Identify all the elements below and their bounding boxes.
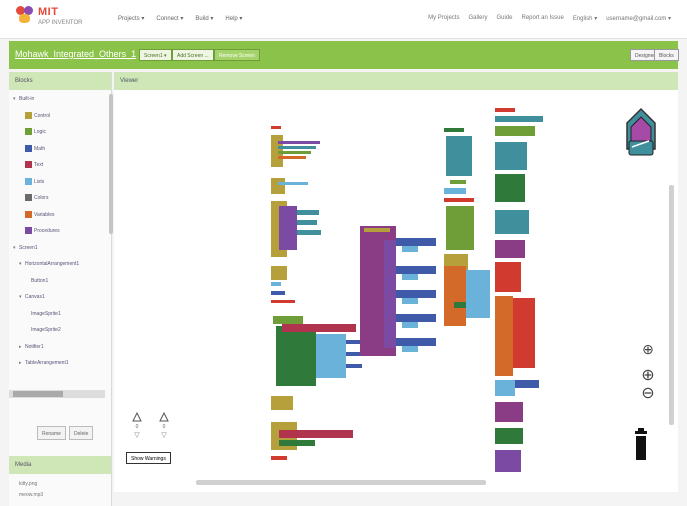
center-icon[interactable]: ⊕ <box>640 341 656 357</box>
code-blocks <box>271 108 543 472</box>
tree-horizontal-scrollbar[interactable] <box>9 390 105 398</box>
drawer-color-swatch <box>25 194 32 202</box>
event-block-group-1[interactable] <box>271 126 321 303</box>
tree-item-label: Colors <box>34 195 49 201</box>
show-warnings-button[interactable]: Show Warnings <box>126 452 171 464</box>
tree-item[interactable]: ▸ TableArrangement1 <box>19 358 69 368</box>
warning-triangle-icon <box>132 412 142 422</box>
tree-item-label: HorizontalArrangement1 <box>25 261 80 267</box>
tree-item[interactable]: ▾ Built-in <box>13 94 34 104</box>
workspace-horizontal-scrollbar[interactable] <box>196 480 486 485</box>
tree-item[interactable]: ImageSprite2 <box>31 325 61 335</box>
drawer-color-swatch <box>25 128 32 136</box>
tree-item-label: Procedures <box>34 228 60 234</box>
tree-item-label: Lists <box>34 178 45 185</box>
tree-item[interactable]: ▾ Canvas1 <box>19 292 45 302</box>
tree-item-label: Variables <box>34 211 55 218</box>
project-name: Mohawk_Integrated_Others_1 <box>15 49 137 59</box>
tree-item[interactable]: Control <box>25 111 50 121</box>
tree-item[interactable]: Variables <box>25 210 54 220</box>
menu-projects[interactable]: Projects ▾ <box>118 15 144 22</box>
tree-scrollbar[interactable] <box>109 94 113 234</box>
top-bar: MIT APP INVENTOR Projects ▾ Connect ▾ Bu… <box>0 0 687 39</box>
error-triangle-icon <box>159 412 169 422</box>
zoom-in-icon[interactable]: ⊕ <box>640 368 656 384</box>
top-menu: Projects ▾ Connect ▾ Build ▾ Help ▾ <box>118 15 242 22</box>
delete-button[interactable]: Delete <box>69 426 94 440</box>
drawer-color-swatch <box>25 227 32 235</box>
tree-item[interactable]: Button1 <box>31 276 48 286</box>
tree-item-label: Screen1 <box>19 244 38 251</box>
drawer-color-swatch <box>25 177 32 185</box>
tree-item-label: ImageSprite2 <box>31 327 61 333</box>
tree-item[interactable]: ▾ HorizontalArrangement1 <box>19 259 79 269</box>
drawer-color-swatch <box>25 161 32 169</box>
logo-subtitle: APP INVENTOR <box>38 20 83 26</box>
screen-select[interactable]: Screen1 ▾ <box>139 49 172 61</box>
warning-arrow-icon[interactable]: ▽ <box>133 432 141 440</box>
procedure-block-group[interactable] <box>360 226 436 356</box>
zoom-out-icon[interactable]: ⊖ <box>640 386 656 402</box>
media-panel-title: Media <box>9 456 111 474</box>
tree-item[interactable]: Text <box>25 160 43 170</box>
tree-item-label: Notifier1 <box>25 343 44 350</box>
tree-item-label: Button1 <box>31 277 49 284</box>
tree-item[interactable]: ImageSprite1 <box>31 309 61 319</box>
tree-item-label: Control <box>34 112 51 119</box>
global-block-column[interactable] <box>495 108 543 472</box>
tree-item[interactable]: Logic <box>25 127 46 137</box>
tree-item-label: Math <box>34 145 46 152</box>
link-guide[interactable]: Guide <box>496 15 512 22</box>
tree-item-label: Canvas1 <box>25 294 45 300</box>
tree-item[interactable]: ▸ Notifier1 <box>19 342 44 352</box>
tree-item[interactable]: ▾ Screen1 <box>13 243 38 253</box>
link-gallery[interactable]: Gallery <box>468 15 487 22</box>
trash-icon[interactable] <box>635 428 647 460</box>
backpack-icon[interactable] <box>619 105 663 163</box>
blocks-panel: Blocks ▾ Built-in Control Logic Math Text List… <box>9 72 113 506</box>
tree-item[interactable]: Lists <box>25 177 44 187</box>
media-item[interactable]: meow.mp3 <box>19 492 43 498</box>
menu-help[interactable]: Help ▾ <box>225 15 242 22</box>
warning-count: 0 <box>135 424 139 430</box>
tree-item[interactable]: Procedures <box>25 226 60 236</box>
blocks-workspace[interactable]: ⊕ ⊕ ⊖ 0 0 ▽ ▽ Show Warnings <box>114 90 678 492</box>
tree-item-label: Logic <box>34 129 46 135</box>
add-screen-button[interactable]: Add Screen ... <box>172 49 214 61</box>
tree-item[interactable]: Math <box>25 144 45 154</box>
tree-item-label: Text <box>34 162 44 168</box>
variable-block-group[interactable] <box>444 128 490 326</box>
account-menu[interactable]: username@gmail.com ▾ <box>606 15 671 22</box>
viewer-title: Viewer <box>114 72 678 90</box>
tree-item-label: ImageSprite1 <box>31 310 61 317</box>
top-links: My Projects Gallery Guide Report an Issu… <box>428 15 671 22</box>
link-my-projects[interactable]: My Projects <box>428 15 459 22</box>
drawer-color-swatch <box>25 210 32 218</box>
project-toolbar: Mohawk_Integrated_Others_1 Screen1 ▾ Add… <box>9 41 679 69</box>
rename-button[interactable]: Rename <box>37 426 66 440</box>
logo-title: MIT <box>38 6 59 18</box>
event-block-group-2[interactable] <box>271 316 364 460</box>
remove-screen-button[interactable]: Remove Screen <box>214 49 260 61</box>
error-count: 0 <box>162 424 166 430</box>
workspace-vertical-scrollbar[interactable] <box>669 185 674 425</box>
tree-item[interactable]: Colors <box>25 193 48 203</box>
menu-build[interactable]: Build ▾ <box>195 15 213 22</box>
media-item[interactable]: kitty.png <box>19 481 37 487</box>
language-select[interactable]: English ▾ <box>573 15 597 22</box>
drawer-color-swatch <box>25 144 32 152</box>
blocks-button[interactable]: Blocks <box>654 49 679 61</box>
link-report-issue[interactable]: Report an Issue <box>521 15 563 22</box>
error-arrow-icon[interactable]: ▽ <box>160 432 168 440</box>
menu-connect[interactable]: Connect ▾ <box>156 15 183 22</box>
drawer-color-swatch <box>25 111 32 119</box>
app-logo[interactable]: MIT APP INVENTOR <box>14 4 84 34</box>
blocks-panel-title: Blocks <box>9 72 111 90</box>
tree-item-label: TableArrangement1 <box>25 360 69 366</box>
tree-item-label: Built-in <box>19 96 35 102</box>
logo-mark-icon <box>14 4 36 26</box>
